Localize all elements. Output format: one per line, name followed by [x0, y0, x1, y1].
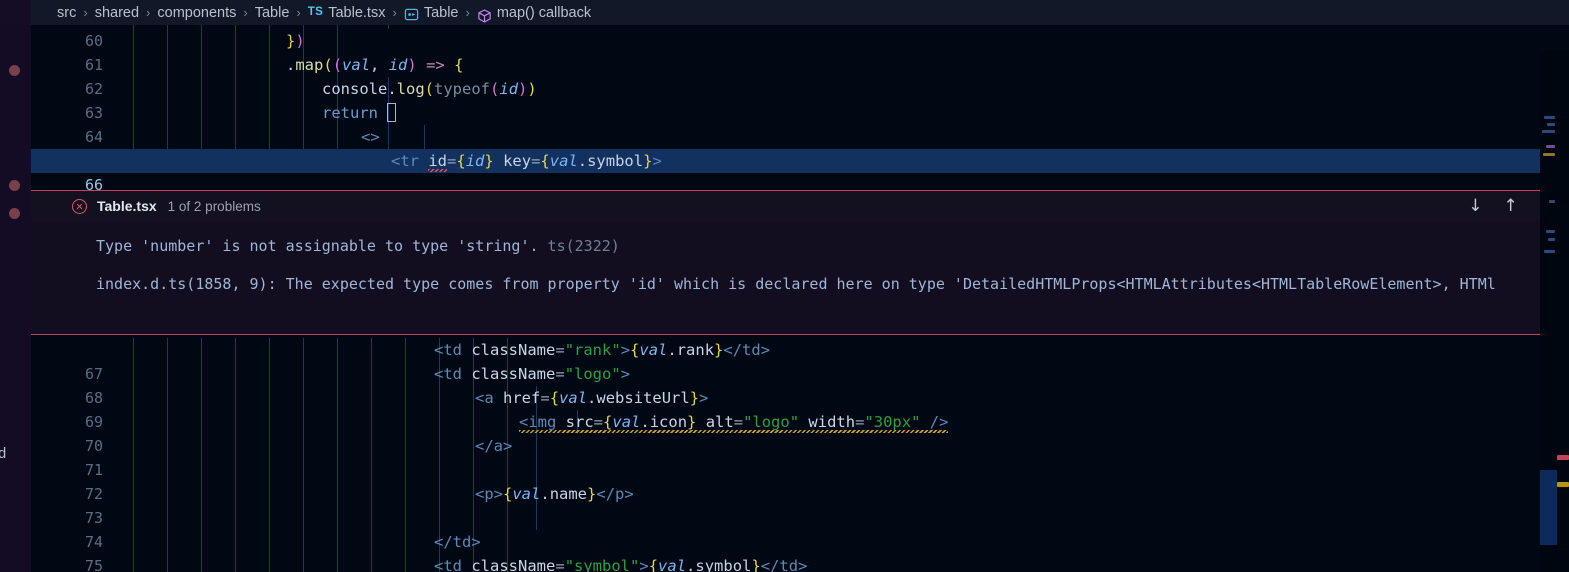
- minimap-warning-marker: [1557, 482, 1569, 487]
- code-line[interactable]: 75 </td>: [31, 530, 1569, 572]
- breadcrumb-separator-icon: ›: [146, 5, 151, 20]
- code-text: <a href={val.websiteUrl}>: [475, 389, 709, 407]
- indent-guides: [133, 482, 537, 506]
- indent-guides: [133, 77, 389, 101]
- indent-guides: [133, 29, 338, 53]
- indent-guides: [133, 125, 425, 149]
- indent-guides: [133, 386, 537, 410]
- code-text: <p>{val.name}</p>: [475, 485, 634, 503]
- previous-problem-button[interactable]: ↑: [1504, 197, 1518, 215]
- code-line[interactable]: 64 return: [31, 101, 1569, 146]
- code-text: <tr id={id} key={val.symbol}>: [391, 149, 662, 173]
- problem-error-code: ts(2322): [538, 237, 620, 255]
- breadcrumb-item-shared[interactable]: shared: [95, 5, 139, 21]
- breakpoint-dot[interactable]: [9, 65, 20, 76]
- code-text: return: [322, 101, 397, 125]
- indent-guides: [133, 506, 537, 530]
- code-line[interactable]: 65 <>: [31, 125, 1569, 170]
- code-text: </td>: [434, 533, 481, 551]
- problem-message: index.d.ts(1858, 9): The expected type c…: [31, 265, 1569, 303]
- text-cursor: [387, 103, 397, 122]
- code-text: </a>: [475, 437, 513, 455]
- code-line[interactable]: 63 console.log(typeof(id)): [31, 77, 1569, 122]
- problem-message-text: index.d.ts(1858, 9): The expected type c…: [96, 275, 1496, 293]
- code-text: <td className="symbol">{val.symbol}</td>: [434, 557, 808, 572]
- typescript-file-icon: TS: [307, 5, 324, 18]
- code-line[interactable]: 76 <td className="symbol">{val.symbol}</…: [31, 554, 1569, 572]
- breadcrumb-item-table-symbol[interactable]: Table: [404, 5, 458, 22]
- breadcrumb-item-src[interactable]: src: [57, 5, 76, 21]
- function-symbol-icon: [477, 8, 492, 24]
- problem-peek-panel: Table.tsx 1 of 2 problems ↓ ↑ ✕ Type 'nu…: [31, 190, 1569, 335]
- next-problem-button[interactable]: ↓: [1468, 197, 1482, 215]
- code-block-upper[interactable]: 60 return val.name.toLowerCase().include…: [31, 25, 1569, 194]
- clipped-text-fragment: d: [0, 473, 31, 489]
- breadcrumb-item-map-callback[interactable]: map() callback: [477, 5, 591, 24]
- class-symbol-icon: [404, 7, 419, 22]
- code-line[interactable]: 70 <img src={val.icon} alt="logo" width=…: [31, 410, 1569, 455]
- minimap[interactable]: [1540, 50, 1569, 572]
- breadcrumb-separator-icon: ›: [243, 5, 248, 20]
- breadcrumb-separator-icon: ›: [83, 5, 88, 20]
- problem-file-name: Table.tsx: [97, 198, 157, 214]
- code-text: .map((val, id) => {: [286, 56, 464, 74]
- code-text: console.log(typeof(id)): [322, 80, 537, 98]
- problem-peek-body: Type 'number' is not assignable to type …: [31, 221, 1569, 313]
- error-circle-icon: [72, 198, 87, 214]
- clipped-text-fragment: ond: [0, 446, 31, 462]
- minimap-error-marker: [1557, 455, 1569, 460]
- code-text: }): [286, 32, 305, 50]
- code-line[interactable]: 72: [31, 458, 1569, 503]
- indent-guides: [133, 410, 578, 434]
- code-line[interactable]: 68 <td className="logo">: [31, 362, 1569, 407]
- code-line[interactable]: 62 .map((val, id) => {: [31, 53, 1569, 98]
- code-text: <td className="logo">: [434, 365, 631, 383]
- breadcrumb-separator-icon: ›: [392, 5, 397, 20]
- code-text: <>: [361, 128, 380, 146]
- vscode-window: rth ond d src › shared › components › Ta…: [0, 0, 1569, 572]
- code-text: <td className="rank">{val.rank}</td>: [434, 341, 771, 359]
- problem-count-label: 1 of 2 problems: [167, 198, 261, 214]
- breadcrumb-item-components[interactable]: components: [157, 5, 236, 21]
- indent-guides: [133, 554, 508, 572]
- code-line[interactable]: 71 </a>: [31, 434, 1569, 479]
- problem-message: Type 'number' is not assignable to type …: [31, 227, 1569, 265]
- indent-guides: [133, 338, 508, 362]
- breakpoint-dot[interactable]: [9, 208, 20, 219]
- indent-guides: [133, 530, 508, 554]
- code-line[interactable]: 61 }): [31, 29, 1569, 74]
- breakpoint-dot[interactable]: [9, 180, 20, 191]
- code-line-active[interactable]: 66 <tr id={id} key={val.symbol}>: [31, 149, 1569, 194]
- code-text: <img src={val.icon} alt="logo" width="30…: [519, 410, 949, 434]
- clipped-text: ond: [0, 446, 7, 462]
- code-line[interactable]: 67 <td className="rank">{val.rank}</td>: [31, 338, 1569, 383]
- indent-guides: [133, 101, 389, 125]
- code-editor[interactable]: 60 return val.name.toLowerCase().include…: [31, 25, 1569, 572]
- breadcrumb: src › shared › components › Table › TS T…: [31, 0, 1569, 25]
- minimap-slider[interactable]: [1540, 470, 1557, 545]
- clipped-text-fragment: rth: [0, 418, 31, 434]
- problem-peek-header: Table.tsx 1 of 2 problems ↓ ↑ ✕: [31, 191, 1569, 221]
- indent-guides: [133, 434, 537, 458]
- indent-guides: [133, 53, 338, 77]
- code-line[interactable]: 74: [31, 506, 1569, 551]
- breadcrumb-separator-icon: ›: [296, 5, 301, 20]
- indent-guides: [133, 362, 508, 386]
- breakpoint-gutter-strip: [0, 25, 31, 572]
- problem-message-text: Type 'number' is not assignable to type …: [96, 237, 539, 255]
- breadcrumb-item-table-folder[interactable]: Table: [255, 5, 290, 21]
- code-line[interactable]: 73 <p>{val.name}</p>: [31, 482, 1569, 527]
- indent-guides: [133, 458, 537, 482]
- breadcrumb-separator-icon: ›: [465, 5, 470, 20]
- breadcrumb-item-table-file[interactable]: TS Table.tsx: [308, 5, 386, 21]
- code-block-lower[interactable]: 67 <td className="rank">{val.rank}</td> …: [31, 338, 1569, 572]
- code-line[interactable]: 69 <a href={val.websiteUrl}>: [31, 386, 1569, 431]
